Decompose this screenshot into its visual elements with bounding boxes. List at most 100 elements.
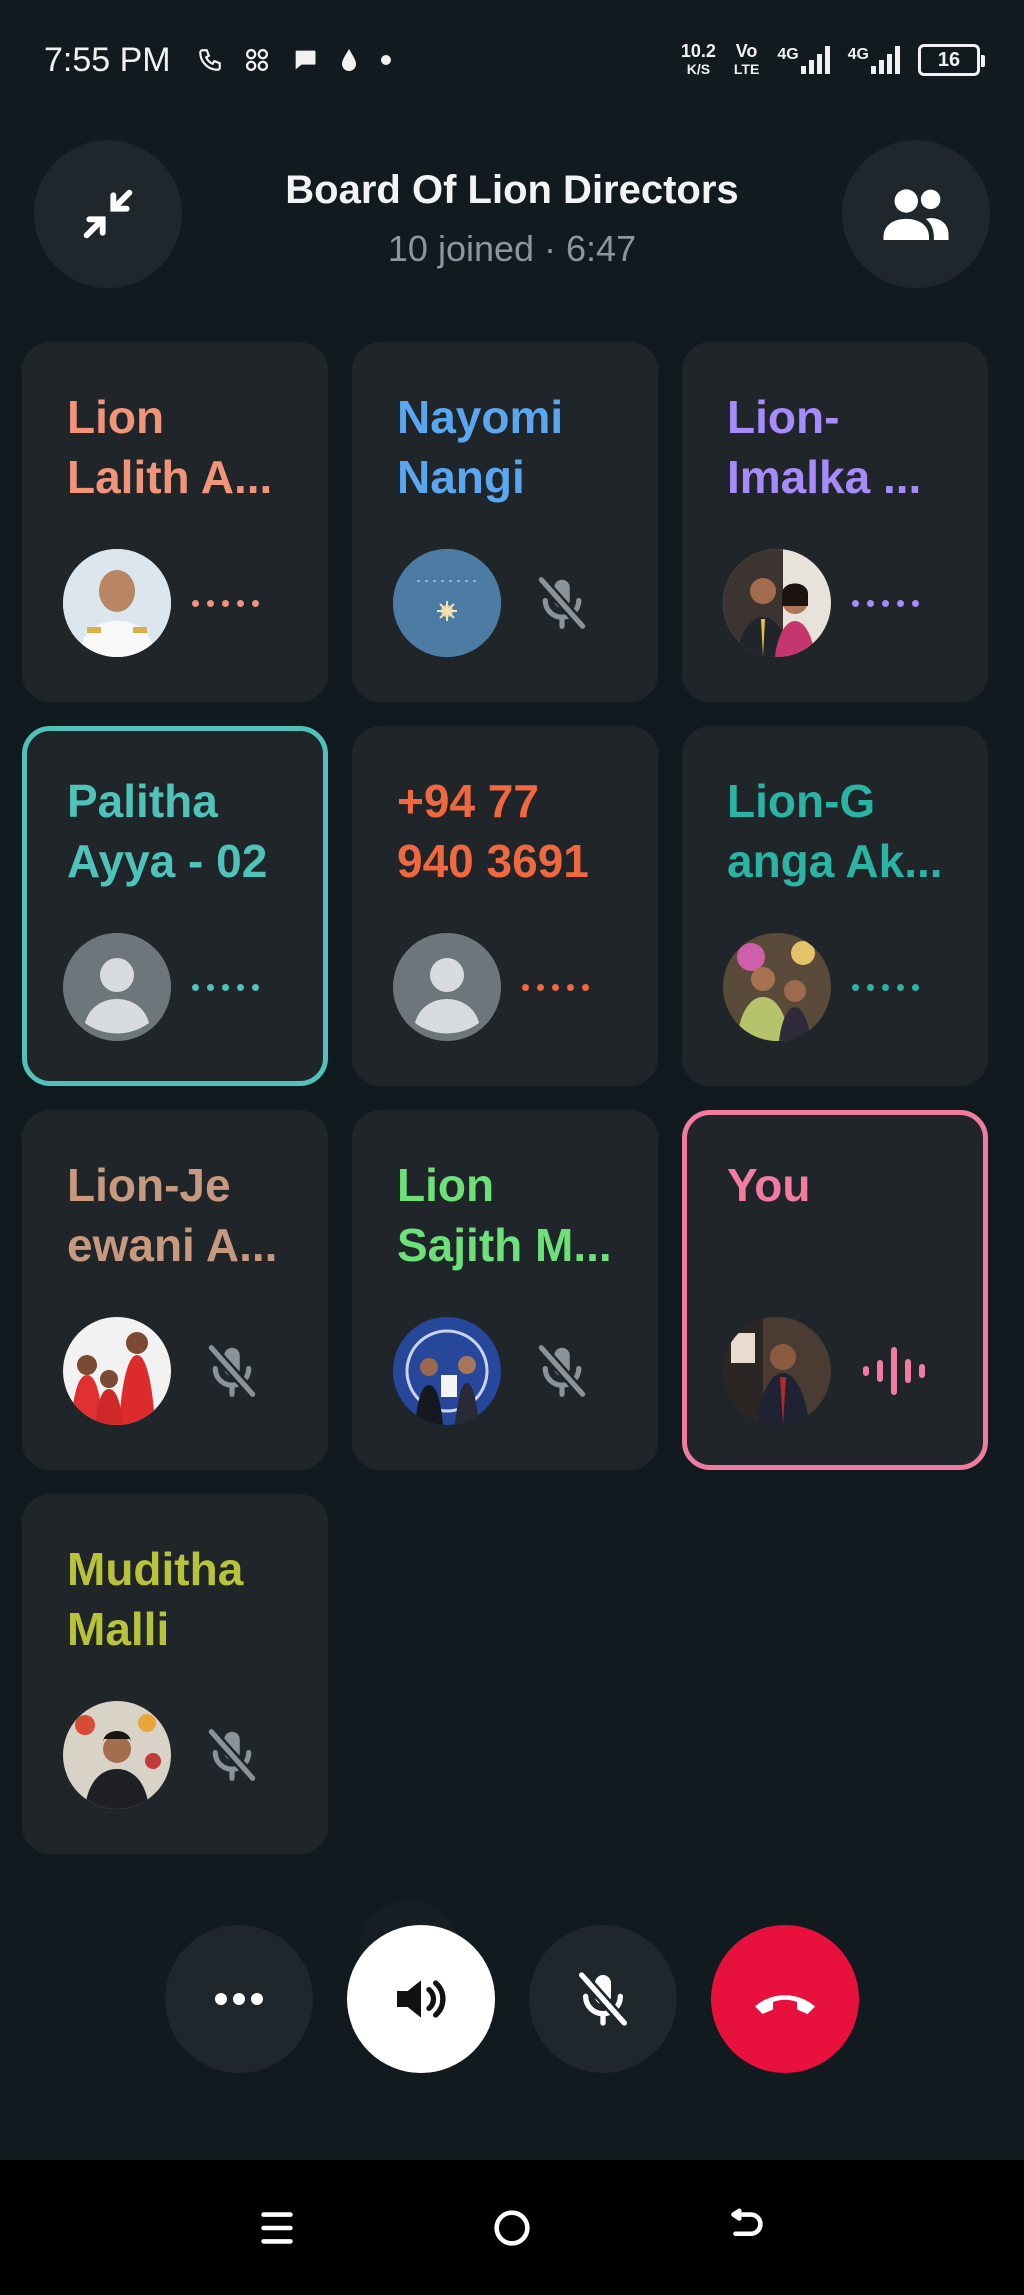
avatar-photo — [393, 1317, 501, 1425]
participant-name-text: Lion-Je ewani A... — [67, 1159, 278, 1271]
participant-tile[interactable]: +94 77 940 3691 — [352, 726, 658, 1086]
volte-top: Vo — [735, 41, 758, 61]
participant-tile[interactable]: Lion Lalith A... — [22, 342, 328, 702]
participant-name-text: Lion- Imalka ... — [727, 391, 922, 503]
participant-tile[interactable]: Palitha Ayya - 02 — [22, 726, 328, 1086]
avatar — [723, 1317, 831, 1425]
notification-icons — [197, 46, 393, 74]
participant-name: Lion Lalith A... — [67, 387, 283, 507]
connecting-indicator — [852, 983, 919, 991]
participant-name: +94 77 940 3691 — [397, 771, 613, 891]
default-avatar-icon — [393, 933, 501, 1041]
avatar — [63, 933, 171, 1041]
avatar — [723, 549, 831, 657]
end-call-button[interactable] — [711, 1925, 859, 2073]
group-icon — [883, 189, 949, 240]
status-right: 10.2 K/S Vo LTE 4G 4G 16 — [681, 42, 985, 78]
participant-footer — [63, 1317, 287, 1425]
speaking-indicator — [863, 1347, 925, 1395]
avatar-photo — [393, 549, 501, 657]
participant-footer — [393, 1317, 617, 1425]
avatar-photo — [63, 1701, 171, 1809]
participant-name: Lion Sajith M... — [397, 1155, 613, 1275]
dot-icon — [380, 55, 391, 65]
mic-off-icon — [576, 1969, 630, 2029]
avatar — [393, 549, 501, 657]
signal-1: 4G — [777, 46, 830, 74]
avatar — [63, 1701, 171, 1809]
participant-name: Lion-G anga Ak... — [727, 771, 943, 891]
participant-footer — [63, 933, 287, 1041]
net-speed-unit: K/S — [686, 61, 711, 77]
connecting-indicator — [522, 983, 589, 991]
avatar-photo — [723, 549, 831, 657]
avatar — [63, 549, 171, 657]
participant-footer — [723, 933, 947, 1041]
phone-icon — [198, 49, 221, 71]
participant-name: Lion- Imalka ... — [727, 387, 943, 507]
battery-icon: 16 — [918, 44, 985, 76]
net2-label: 4G — [847, 46, 869, 63]
app-grid-icon — [245, 48, 268, 72]
mute-button[interactable] — [529, 1925, 677, 2073]
connecting-indicator — [192, 983, 259, 991]
volte-indicator: Vo LTE — [734, 42, 759, 78]
avatar — [63, 1317, 171, 1425]
mic-off-icon — [206, 1726, 258, 1784]
chat-icon — [295, 50, 316, 70]
back-icon[interactable] — [724, 2205, 770, 2251]
avatar — [393, 1317, 501, 1425]
participant-name: Muditha Malli — [67, 1539, 283, 1659]
participant-footer — [63, 1701, 287, 1809]
volte-bottom: LTE — [733, 61, 760, 77]
connecting-indicator — [192, 599, 259, 607]
participant-footer — [63, 549, 287, 657]
signal-bars-icon — [871, 46, 900, 74]
battery-level: 16 — [937, 48, 961, 71]
network-speed: 10.2 K/S — [681, 42, 716, 78]
home-icon[interactable] — [489, 2205, 535, 2251]
participant-tile[interactable]: Lion-Je ewani A... — [22, 1110, 328, 1470]
participant-name-text: Lion Lalith A... — [67, 391, 273, 503]
participant-name: Palitha Ayya - 02 — [67, 771, 283, 891]
participant-tile[interactable]: Lion- Imalka ... — [682, 342, 988, 702]
participant-footer — [723, 1317, 947, 1425]
speaker-button[interactable] — [347, 1925, 495, 2073]
participant-name: You — [727, 1155, 943, 1275]
participant-name-text: You — [727, 1159, 811, 1211]
participants-button[interactable] — [842, 140, 990, 288]
default-avatar-icon — [63, 933, 171, 1041]
connecting-indicator — [852, 599, 919, 607]
participant-name-text: +94 77 940 3691 — [397, 775, 589, 887]
speaker-icon — [397, 1980, 446, 2018]
participant-tile[interactable]: Lion-G anga Ak... — [682, 726, 988, 1086]
signal-bars-icon — [800, 46, 830, 74]
status-bar: 7:55 PM 10.2 K/S Vo LTE 4G 4G 16 — [0, 0, 1024, 120]
call-header: Board Of Lion Directors 10 joined · 6:47 — [0, 140, 1024, 290]
avatar-photo — [723, 1317, 831, 1425]
participant-name: Nayomi Nangi — [397, 387, 613, 507]
net1-label: 4G — [777, 46, 799, 63]
drop-icon — [341, 49, 356, 71]
menu-icon[interactable] — [254, 2205, 300, 2251]
end-call-icon — [755, 1995, 815, 2014]
avatar — [723, 933, 831, 1041]
participant-tile[interactable]: Muditha Malli — [22, 1494, 328, 1854]
more-icon — [215, 1993, 263, 2005]
mic-off-icon — [206, 1342, 258, 1400]
net-speed-value: 10.2 — [680, 41, 716, 61]
participant-tile[interactable]: You — [682, 1110, 988, 1470]
avatar-photo — [723, 933, 831, 1041]
participant-tile[interactable]: Lion Sajith M... — [352, 1110, 658, 1470]
participant-name-text: Palitha Ayya - 02 — [67, 775, 268, 887]
participant-name: Lion-Je ewani A... — [67, 1155, 283, 1275]
avatar — [393, 933, 501, 1041]
avatar-photo — [63, 549, 171, 657]
participant-name-text: Muditha Malli — [67, 1543, 244, 1655]
mic-off-icon — [536, 1342, 588, 1400]
participant-name-text: Lion-G anga Ak... — [727, 775, 943, 887]
more-options-button[interactable] — [165, 1925, 313, 2073]
avatar-photo — [63, 1317, 171, 1425]
participant-tile[interactable]: Nayomi Nangi — [352, 342, 658, 702]
participant-grid: Lion Lalith A... Nayomi Nangi Lion- Imal… — [22, 342, 1002, 1854]
